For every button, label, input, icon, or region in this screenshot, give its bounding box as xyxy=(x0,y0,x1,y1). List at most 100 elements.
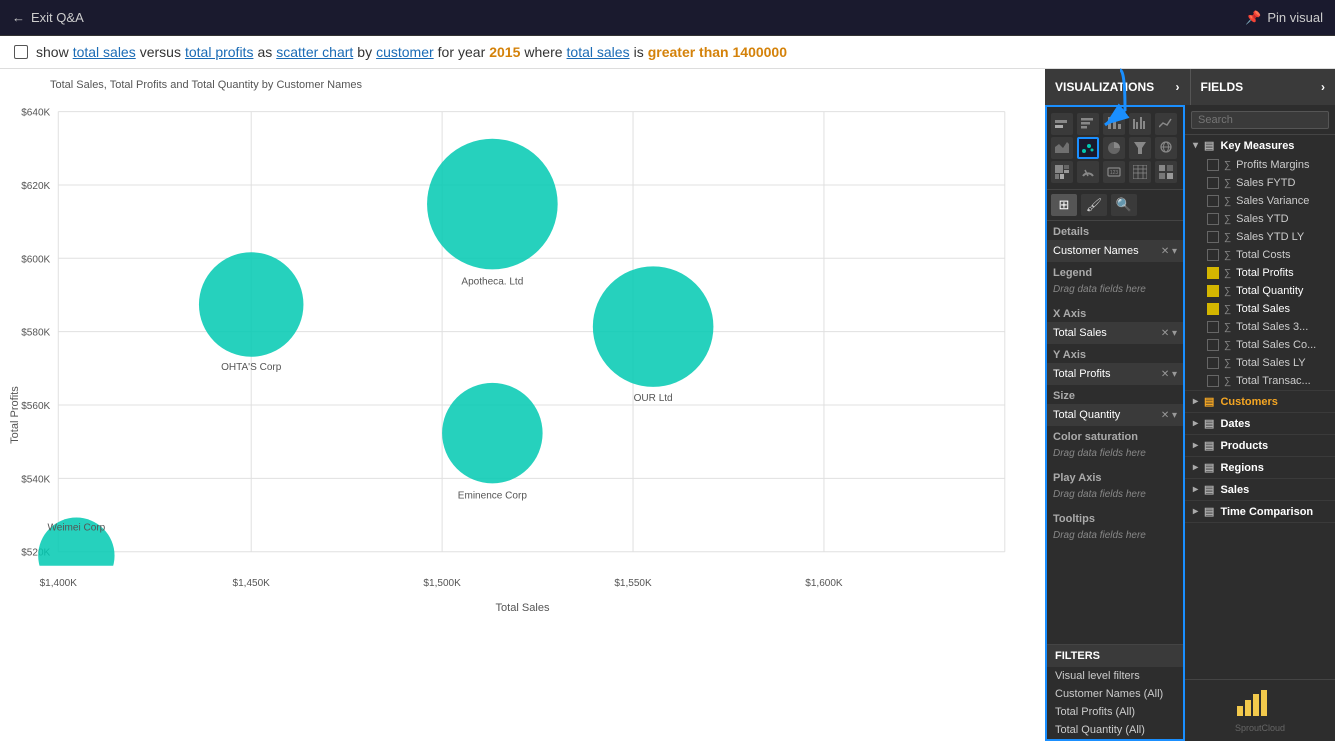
total-quantity-label: Total Quantity xyxy=(1236,285,1303,297)
svg-text:$560K: $560K xyxy=(21,401,50,412)
size-label: Size xyxy=(1047,385,1183,404)
customers-header[interactable]: ▸ ▤ Customers xyxy=(1185,391,1335,412)
exit-qa-button[interactable]: ← Exit Q&A xyxy=(12,10,84,25)
field-sales-ytd[interactable]: ∑ Sales YTD xyxy=(1185,210,1335,228)
x-axis-label: Total Sales xyxy=(495,602,550,614)
query-checkbox[interactable] xyxy=(14,45,28,59)
filter-customer-names[interactable]: Customer Names (All) xyxy=(1047,685,1183,703)
field-sales-fytd[interactable]: ∑ Sales FYTD xyxy=(1185,174,1335,192)
field-total-sales-co[interactable]: ∑ Total Sales Co... xyxy=(1185,336,1335,354)
fields-search-input[interactable] xyxy=(1191,111,1329,129)
sales-expand-icon: ▸ xyxy=(1193,484,1198,495)
y-axis-remove[interactable]: ✕ ▾ xyxy=(1161,369,1177,380)
format-tab-btn[interactable]: 🖌 xyxy=(1081,194,1107,216)
x-axis-remove[interactable]: ✕ ▾ xyxy=(1161,328,1177,339)
label-ohta: OHTA'S Corp xyxy=(221,362,282,373)
total-sales-co-icon: ∑ xyxy=(1224,340,1231,351)
play-axis-label: Play Axis xyxy=(1047,467,1183,486)
dates-label: Dates xyxy=(1220,418,1250,430)
field-total-sales-ly[interactable]: ∑ Total Sales LY xyxy=(1185,354,1335,372)
regions-header[interactable]: ▸ ▤ Regions xyxy=(1185,457,1335,478)
funnel-btn[interactable] xyxy=(1129,137,1151,159)
field-sales-variance[interactable]: ∑ Sales Variance xyxy=(1185,192,1335,210)
powerbi-brand-label: SproutCloud xyxy=(1193,723,1327,733)
stacked-column-icon[interactable] xyxy=(1103,113,1125,135)
y-axis-well[interactable]: Total Profits ✕ ▾ xyxy=(1047,363,1183,385)
color-dropzone[interactable]: Drag data fields here xyxy=(1047,445,1183,467)
total-sales-label: Total Sales xyxy=(1236,303,1290,315)
y-axis-label: Total Profits xyxy=(9,386,21,444)
viz-section: 123 ⊞ 🖌 🔍 Details xyxy=(1045,105,1185,741)
products-header[interactable]: ▸ ▤ Products xyxy=(1185,435,1335,456)
clustered-bar-icon[interactable] xyxy=(1077,113,1099,135)
sales-header[interactable]: ▸ ▤ Sales xyxy=(1185,479,1335,500)
field-total-sales[interactable]: ∑ Total Sales xyxy=(1185,300,1335,318)
pie-chart-btn[interactable] xyxy=(1103,137,1125,159)
dates-header[interactable]: ▸ ▤ Dates xyxy=(1185,413,1335,434)
query-for: for xyxy=(438,44,454,60)
customer-names-remove[interactable]: ✕ ▾ xyxy=(1161,246,1177,257)
query-greater-than: greater than 1400000 xyxy=(648,44,787,60)
scatter-chart-btn[interactable] xyxy=(1077,137,1099,159)
table-btn[interactable] xyxy=(1129,161,1151,183)
stacked-bar-icon[interactable] xyxy=(1051,113,1073,135)
filter-total-profits[interactable]: Total Profits (All) xyxy=(1047,703,1183,721)
key-measures-header[interactable]: ▾ ▤ Key Measures xyxy=(1185,135,1335,156)
filters-header: FILTERS xyxy=(1047,645,1183,667)
bubble-apotheca xyxy=(427,139,558,270)
size-well[interactable]: Total Quantity ✕ ▾ xyxy=(1047,404,1183,426)
line-chart-btn[interactable] xyxy=(1155,113,1177,135)
clustered-column-icon[interactable] xyxy=(1129,113,1151,135)
field-sales-ytd-ly[interactable]: ∑ Sales YTD LY xyxy=(1185,228,1335,246)
customers-label: Customers xyxy=(1220,396,1277,408)
total-transac-icon: ∑ xyxy=(1224,376,1231,387)
fields-group-products: ▸ ▤ Products xyxy=(1185,435,1335,457)
treemap-btn[interactable] xyxy=(1051,161,1073,183)
fields-tab-btn[interactable]: ⊞ xyxy=(1051,194,1077,216)
field-profits-margins[interactable]: ∑ Profits Margins xyxy=(1185,156,1335,174)
visualizations-header[interactable]: VISUALIZATIONS › xyxy=(1045,69,1191,105)
svg-text:$1,500K: $1,500K xyxy=(423,578,461,589)
panel-header-row: VISUALIZATIONS › FIELDS › xyxy=(1045,69,1335,105)
field-total-transac[interactable]: ∑ Total Transac... xyxy=(1185,372,1335,390)
matrix-btn[interactable] xyxy=(1155,161,1177,183)
field-total-costs[interactable]: ∑ Total Costs xyxy=(1185,246,1335,264)
label-eminence: Eminence Corp xyxy=(458,490,528,501)
customers-icon: ▤ xyxy=(1204,395,1214,408)
field-total-sales3[interactable]: ∑ Total Sales 3... xyxy=(1185,318,1335,336)
tooltips-dropzone[interactable]: Drag data fields here xyxy=(1047,527,1183,549)
svg-text:$640K: $640K xyxy=(21,108,50,119)
filter-total-quantity[interactable]: Total Quantity (All) xyxy=(1047,721,1183,739)
svg-text:$580K: $580K xyxy=(21,328,50,339)
svg-text:$1,450K: $1,450K xyxy=(233,578,271,589)
sales-ytd-ly-icon: ∑ xyxy=(1224,232,1231,243)
card-btn[interactable]: 123 xyxy=(1103,161,1125,183)
profits-margins-label: Profits Margins xyxy=(1236,159,1309,171)
field-wells: Details Customer Names ✕ ▾ Legend Drag d… xyxy=(1047,221,1183,644)
total-sales3-label: Total Sales 3... xyxy=(1236,321,1308,333)
area-chart-btn[interactable] xyxy=(1051,137,1073,159)
gauge-btn[interactable] xyxy=(1077,161,1099,183)
bubble-ohta xyxy=(199,252,304,357)
map-btn[interactable] xyxy=(1155,137,1177,159)
bubble-our xyxy=(593,266,714,387)
customer-names-well[interactable]: Customer Names ✕ ▾ xyxy=(1047,240,1183,262)
total-transac-checkbox xyxy=(1207,375,1219,387)
total-profits-checkbox xyxy=(1207,267,1219,279)
legend-dropzone[interactable]: Drag data fields here xyxy=(1047,281,1183,303)
svg-text:$1,600K: $1,600K xyxy=(805,578,843,589)
pin-visual-button[interactable]: 📌 Pin visual xyxy=(1245,10,1323,26)
x-axis-well[interactable]: Total Sales ✕ ▾ xyxy=(1047,322,1183,344)
total-sales3-checkbox xyxy=(1207,321,1219,333)
time-comparison-header[interactable]: ▸ ▤ Time Comparison xyxy=(1185,501,1335,522)
field-total-quantity[interactable]: ∑ Total Quantity xyxy=(1185,282,1335,300)
query-is: is xyxy=(634,44,644,60)
filter-visual-level[interactable]: Visual level filters xyxy=(1047,667,1183,685)
sales-fytd-icon: ∑ xyxy=(1224,178,1231,189)
analytics-tab-btn[interactable]: 🔍 xyxy=(1111,194,1137,216)
legend-label: Legend xyxy=(1047,262,1183,281)
field-total-profits[interactable]: ∑ Total Profits xyxy=(1185,264,1335,282)
play-dropzone[interactable]: Drag data fields here xyxy=(1047,486,1183,508)
fields-header[interactable]: FIELDS › xyxy=(1191,69,1335,105)
size-remove[interactable]: ✕ ▾ xyxy=(1161,410,1177,421)
